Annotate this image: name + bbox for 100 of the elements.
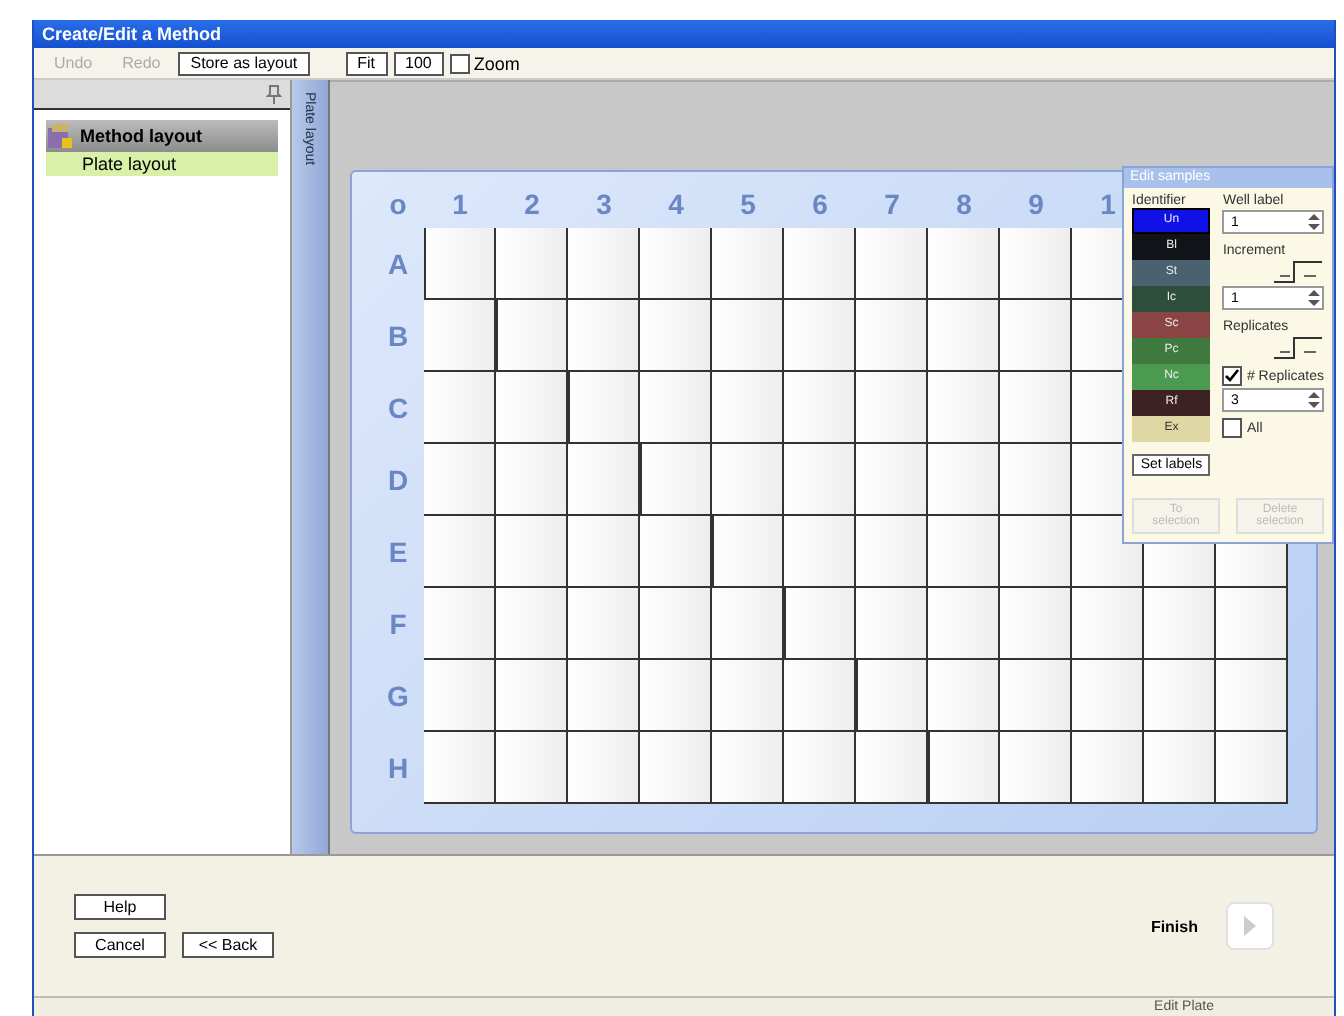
plate-well[interactable] (640, 372, 712, 444)
plate-well[interactable] (856, 588, 928, 660)
plate-well[interactable] (424, 660, 496, 732)
plate-well[interactable] (1216, 660, 1288, 732)
plate-well[interactable] (712, 228, 784, 300)
folder-icon (46, 122, 74, 150)
plate-well[interactable] (856, 228, 928, 300)
plate-well[interactable] (640, 588, 712, 660)
plate-well[interactable] (424, 300, 496, 372)
plate-well[interactable] (568, 228, 640, 300)
plate-well[interactable] (784, 372, 856, 444)
plate-well[interactable] (568, 660, 640, 732)
plate-well[interactable] (424, 444, 496, 516)
plate-well[interactable] (496, 588, 568, 660)
toolbar-button[interactable]: Fit (345, 51, 388, 75)
plate-well[interactable] (1072, 588, 1144, 660)
plate-well[interactable] (712, 660, 784, 732)
plate-well[interactable] (856, 444, 928, 516)
plate-well[interactable] (712, 732, 784, 804)
plate-well[interactable] (1072, 732, 1144, 804)
plate-well[interactable] (784, 300, 856, 372)
plate-well[interactable] (712, 516, 784, 588)
plate-well[interactable] (640, 732, 712, 804)
column-header: 2 (522, 186, 542, 224)
plate-well[interactable] (1000, 660, 1072, 732)
plate-well[interactable] (928, 660, 1000, 732)
footer-button[interactable]: << Back (182, 932, 274, 958)
plate-well[interactable] (496, 444, 568, 516)
checkbox[interactable] (1222, 418, 1243, 438)
checkbox[interactable] (1222, 366, 1243, 386)
plate-well[interactable] (496, 660, 568, 732)
plate-well[interactable] (784, 660, 856, 732)
plate-well[interactable] (496, 372, 568, 444)
checkbox[interactable] (449, 53, 470, 73)
plate-well[interactable] (928, 588, 1000, 660)
plate-well[interactable] (496, 300, 568, 372)
plate-well[interactable] (784, 588, 856, 660)
footer-button[interactable]: Cancel (74, 932, 166, 958)
plate-well[interactable] (568, 372, 640, 444)
plate-well[interactable] (568, 300, 640, 372)
plate-well[interactable] (1144, 588, 1216, 660)
plate-well[interactable] (1000, 228, 1072, 300)
plate-well[interactable] (1000, 444, 1072, 516)
plate-well[interactable] (1144, 660, 1216, 732)
plate-well[interactable] (496, 516, 568, 588)
plate-well[interactable] (568, 732, 640, 804)
plate-well[interactable] (928, 732, 1000, 804)
tree-item[interactable]: Plate layout (46, 152, 278, 176)
footer-button[interactable]: Help (74, 894, 166, 920)
plate-well[interactable] (712, 588, 784, 660)
plate-well[interactable] (496, 228, 568, 300)
plate-well[interactable] (640, 300, 712, 372)
plate-well[interactable] (712, 300, 784, 372)
pin-icon[interactable] (266, 84, 282, 104)
window-title: Create/Edit a Method (34, 20, 1334, 48)
plate-well[interactable] (1000, 732, 1072, 804)
plate-well[interactable] (424, 588, 496, 660)
plate-well[interactable] (856, 732, 928, 804)
plate-well[interactable] (928, 444, 1000, 516)
plate-well[interactable] (1000, 588, 1072, 660)
plate-well[interactable] (640, 444, 712, 516)
row-header: G (385, 678, 411, 716)
plate-well[interactable] (928, 228, 1000, 300)
toolbar-button[interactable]: 100 (393, 51, 444, 75)
plate-well[interactable] (1216, 732, 1288, 804)
plate-well[interactable] (712, 444, 784, 516)
plate-well[interactable] (856, 660, 928, 732)
plate-well[interactable] (640, 516, 712, 588)
column-header: 8 (954, 186, 974, 224)
plate-well[interactable] (424, 228, 496, 300)
plate-well[interactable] (424, 372, 496, 444)
plate-well[interactable] (640, 228, 712, 300)
plate-well[interactable] (784, 516, 856, 588)
plate-well[interactable] (568, 516, 640, 588)
plate-well[interactable] (424, 516, 496, 588)
tree-item[interactable]: Method layout (46, 120, 278, 152)
plate-well[interactable] (1072, 660, 1144, 732)
plate-well[interactable] (1000, 300, 1072, 372)
plate-well[interactable] (424, 732, 496, 804)
plate-well[interactable] (1144, 732, 1216, 804)
plate-well[interactable] (856, 516, 928, 588)
plate-well[interactable] (856, 300, 928, 372)
plate-well[interactable] (568, 588, 640, 660)
plate-well[interactable] (784, 732, 856, 804)
plate-well[interactable] (1216, 588, 1288, 660)
plate-well[interactable] (928, 300, 1000, 372)
plate-well[interactable] (1000, 372, 1072, 444)
checkbox-label: Zoom (473, 53, 520, 73)
spin-arrows-icon (1308, 212, 1320, 232)
plate-well[interactable] (496, 732, 568, 804)
plate-well[interactable] (784, 228, 856, 300)
plate-well[interactable] (640, 660, 712, 732)
plate-well[interactable] (1000, 516, 1072, 588)
plate-well[interactable] (712, 372, 784, 444)
toolbar-button[interactable]: Store as layout (178, 51, 310, 75)
plate-well[interactable] (568, 444, 640, 516)
plate-well[interactable] (856, 372, 928, 444)
plate-well[interactable] (928, 516, 1000, 588)
plate-well[interactable] (928, 372, 1000, 444)
plate-well[interactable] (784, 444, 856, 516)
